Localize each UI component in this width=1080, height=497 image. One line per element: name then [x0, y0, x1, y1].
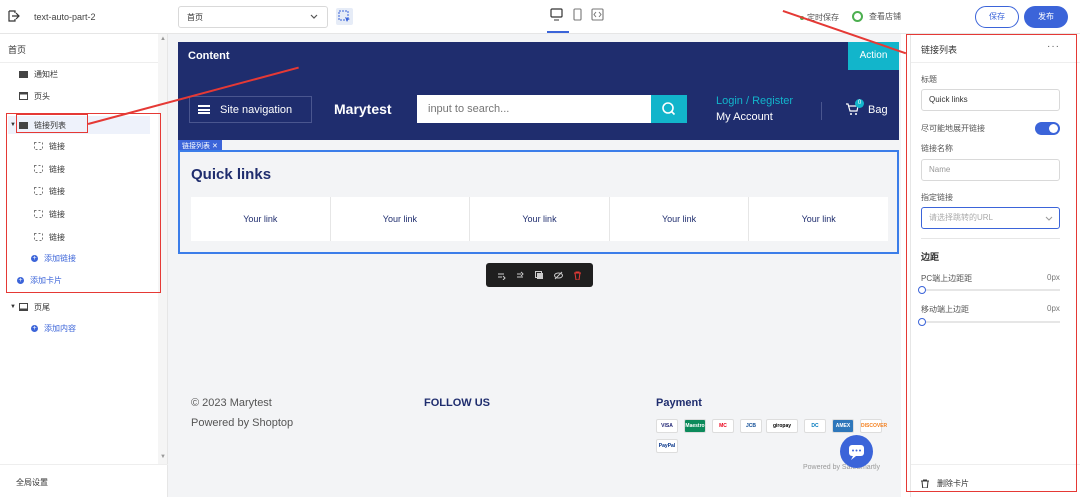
project-name: text-auto-part-2 — [34, 12, 96, 22]
visa-icon: VISA — [656, 419, 678, 433]
my-account-link[interactable]: My Account — [716, 111, 773, 123]
site-navigation-button[interactable]: Site navigation — [189, 96, 312, 123]
action-button[interactable]: Action — [848, 42, 899, 70]
exit-icon[interactable] — [8, 10, 20, 22]
canvas: Content Action Site navigation Marytest … — [168, 34, 901, 497]
tree-item-notice-bar[interactable]: 通知栏 — [19, 66, 58, 82]
bag-label[interactable]: Bag — [868, 104, 888, 116]
search-box — [417, 95, 651, 123]
search-input[interactable] — [417, 95, 651, 123]
quick-links-section[interactable]: Quick links Your link Your link Your lin… — [178, 150, 899, 254]
left-panel-title: 首页 — [8, 45, 27, 55]
chat-button[interactable] — [840, 435, 873, 468]
payment-heading: Payment — [656, 397, 702, 409]
section-toolbar — [486, 263, 593, 287]
maestro-icon: Maestro — [684, 419, 706, 433]
annotation-box-left — [6, 113, 161, 293]
app-root: text-auto-part-2 首页 定时保存 查看店铺 保存 发布 首页 ▲… — [0, 0, 1080, 497]
plus-icon: + — [31, 324, 38, 332]
mobile-view-icon[interactable] — [571, 8, 584, 21]
page-select[interactable]: 首页 — [178, 6, 328, 28]
section-icon — [19, 71, 28, 78]
content-bar: Content Action — [178, 42, 899, 70]
link-item[interactable]: Your link — [610, 197, 750, 241]
tree-item-label: 页尾 — [33, 302, 50, 312]
giropay-icon: giropay — [766, 419, 798, 433]
tree-item-header[interactable]: 页头 — [19, 88, 50, 104]
page-select-value: 首页 — [187, 13, 203, 22]
view-shop-label: 查看店铺 — [869, 12, 901, 21]
section-icon — [19, 92, 28, 100]
caret-down-icon[interactable]: ▼ — [10, 304, 16, 310]
copyright-text: © 2023 Marytest — [191, 397, 272, 409]
search-icon — [662, 102, 676, 116]
divider — [0, 464, 168, 465]
move-down-icon[interactable] — [516, 271, 525, 280]
move-up-icon[interactable] — [497, 271, 506, 280]
site-nav-label: Site navigation — [220, 103, 293, 116]
desktop-view-icon[interactable] — [550, 8, 563, 21]
chevron-down-icon — [310, 14, 318, 19]
scroll-up-icon[interactable]: ▲ — [160, 36, 166, 42]
search-button[interactable] — [651, 95, 687, 123]
page-preview: Content Action Site navigation Marytest … — [178, 42, 899, 488]
powered-by-text: Powered by Shoptop — [191, 417, 294, 429]
store-header: Site navigation Marytest Login / Registe… — [178, 70, 899, 140]
discover-icon: DISCOVER — [860, 419, 887, 433]
brand-logo[interactable]: Marytest — [334, 101, 392, 117]
mastercard-icon: MC — [712, 419, 734, 433]
links-row: Your link Your link Your link Your link … — [191, 197, 888, 241]
login-register-link[interactable]: Login / Register — [716, 95, 793, 107]
save-button[interactable]: 保存 — [975, 6, 1019, 28]
active-view-indicator — [547, 31, 569, 33]
hamburger-icon — [198, 105, 210, 114]
cursor-select-icon — [338, 10, 350, 22]
scroll-down-icon[interactable]: ▼ — [160, 454, 166, 460]
tree-item-label: 通知栏 — [34, 69, 58, 79]
store-footer: © 2023 Marytest Powered by Shoptop FOLLO… — [178, 387, 899, 487]
chat-icon — [849, 445, 864, 460]
footer-section-icon — [18, 303, 28, 311]
diners-club-icon: DC — [804, 419, 826, 433]
divider — [821, 102, 822, 120]
link-item[interactable]: Your link — [331, 197, 471, 241]
link-item[interactable]: Your link — [191, 197, 331, 241]
shop-icon — [852, 11, 863, 23]
duplicate-icon[interactable] — [535, 270, 544, 280]
jcb-icon: JCB — [740, 419, 762, 433]
tree-item-label: 页头 — [34, 91, 50, 101]
delete-icon[interactable] — [573, 271, 582, 280]
annotation-box-right — [906, 34, 1077, 492]
annotation-box-item — [16, 114, 88, 133]
code-view-icon[interactable] — [591, 8, 604, 21]
paypal-icon: PayPal — [656, 439, 678, 453]
select-tool-button[interactable] — [336, 8, 353, 25]
add-content-label: 添加内容 — [44, 323, 76, 333]
link-item[interactable]: Your link — [749, 197, 888, 241]
tree-item-footer[interactable]: ▼ 页尾 — [10, 299, 50, 315]
global-settings-button[interactable]: 全局设置 — [16, 477, 48, 488]
top-bar: text-auto-part-2 首页 定时保存 查看店铺 保存 发布 — [0, 0, 1080, 34]
divider — [0, 62, 158, 63]
amex-icon: AMEX — [832, 419, 854, 433]
link-item[interactable]: Your link — [470, 197, 610, 241]
content-title: Content — [188, 50, 230, 62]
add-content-button[interactable]: + 添加内容 — [31, 320, 76, 336]
follow-us-heading: FOLLOW US — [424, 397, 490, 409]
hide-icon[interactable] — [554, 271, 563, 280]
view-shop-link[interactable]: 查看店铺 — [852, 11, 901, 23]
publish-button[interactable]: 发布 — [1024, 6, 1068, 28]
cart-count-badge: 0 — [855, 99, 864, 108]
quick-links-title: Quick links — [191, 166, 272, 183]
